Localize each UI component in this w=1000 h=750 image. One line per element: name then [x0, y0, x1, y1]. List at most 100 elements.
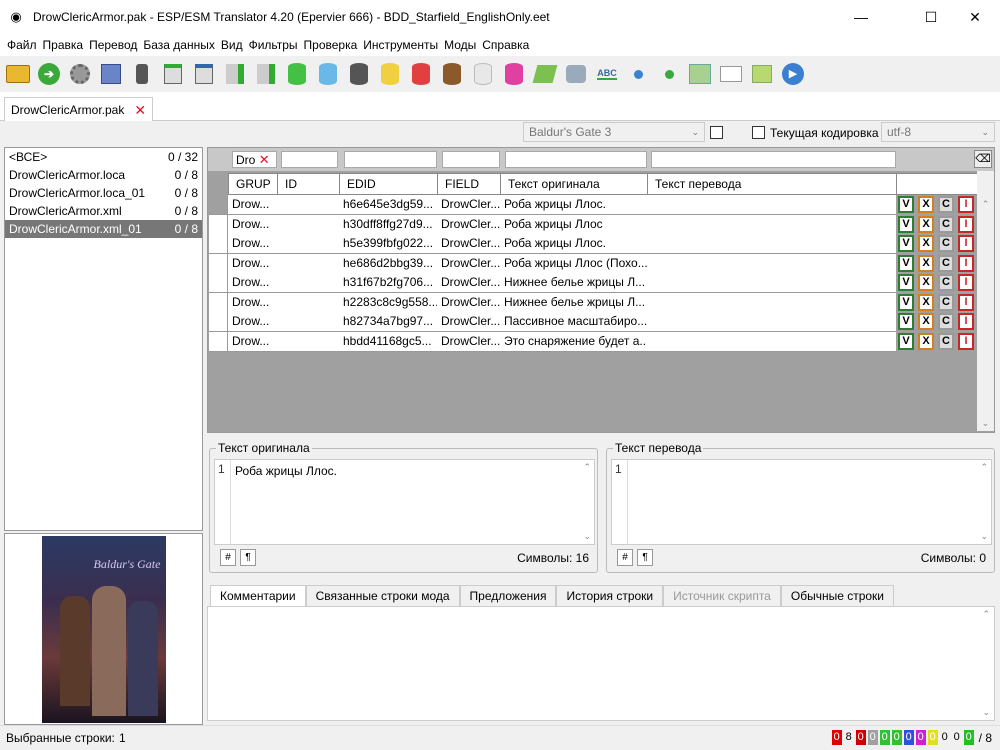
cell-edid[interactable]: h31f67b2fg706... [339, 273, 438, 293]
validate-button[interactable]: V [898, 274, 914, 291]
validate-button[interactable]: V [898, 332, 914, 350]
cell-trans[interactable] [647, 331, 897, 352]
import-icon[interactable] [254, 62, 278, 86]
cell-edid[interactable]: h30dff8ffg27d9... [339, 214, 438, 235]
map-icon[interactable] [688, 62, 712, 86]
ignore-button[interactable]: I [958, 235, 974, 252]
menu-edit[interactable]: Правка [40, 38, 87, 52]
validate-button[interactable]: V [898, 313, 914, 330]
cell-edid[interactable]: hbdd41168gc5... [339, 331, 438, 352]
original-text-area[interactable]: 1 Роба жрицы Ллос. ⌃ ⌄ [214, 459, 595, 545]
copy-button[interactable]: C [938, 293, 954, 311]
menu-filters[interactable]: Фильтры [246, 38, 301, 52]
cell-orig[interactable]: Нижнее белье жрицы Л... [500, 292, 648, 313]
database-pink-icon[interactable] [502, 62, 526, 86]
maximize-button[interactable]: ☐ [908, 0, 954, 34]
cell-orig[interactable]: Пассивное масштабиро... [500, 312, 648, 332]
trans-filter-input[interactable] [651, 151, 896, 168]
encoding-checkbox[interactable] [752, 126, 765, 139]
copy-button[interactable]: C [938, 313, 954, 330]
show-pilcrow-button[interactable]: ¶ [637, 549, 653, 566]
row-header[interactable] [209, 331, 228, 352]
database-yellow-icon[interactable] [378, 62, 402, 86]
ruler-icon[interactable] [99, 62, 123, 86]
clipboard-icon[interactable] [192, 62, 216, 86]
table-row[interactable]: Drow... he686d2bbg39... DrowCler... Роба жр… [208, 253, 978, 274]
row-header[interactable] [209, 292, 228, 313]
bottom-panel[interactable]: ⌃ ⌄ [207, 606, 995, 721]
cell-id[interactable] [277, 234, 340, 254]
scroll-icon[interactable] [532, 62, 558, 86]
clear-filter-icon[interactable]: ✕ [259, 152, 270, 167]
cell-field[interactable]: DrowCler... [437, 214, 501, 235]
menu-tools[interactable]: Инструменты [360, 38, 441, 52]
cell-orig[interactable]: Нижнее белье жрицы Л... [500, 273, 648, 293]
cell-trans[interactable] [647, 312, 897, 332]
green-dot-icon[interactable] [657, 62, 681, 86]
cell-edid[interactable]: h6e645e3dg59... [339, 195, 438, 215]
cell-field[interactable]: DrowCler... [437, 331, 501, 352]
book-icon[interactable] [719, 62, 743, 86]
database-dark-icon[interactable] [347, 62, 371, 86]
cell-id[interactable] [277, 195, 340, 215]
gear-icon[interactable] [68, 62, 92, 86]
cell-trans[interactable] [647, 234, 897, 254]
game-select[interactable]: Baldur's Gate 3 ⌄ [523, 122, 705, 144]
cell-orig[interactable]: Роба жрицы Ллос [500, 214, 648, 235]
table-row[interactable]: Drow... h31f67b2fg706... DrowCler... Нижнее… [208, 273, 978, 293]
play-icon[interactable]: ▶ [781, 62, 805, 86]
cell-field[interactable]: DrowCler... [437, 292, 501, 313]
cell-orig[interactable]: Это снаряжение будет а... [500, 331, 648, 352]
spellcheck-icon[interactable]: ABC [595, 62, 619, 86]
edid-filter-input[interactable] [344, 151, 437, 168]
database-white-icon[interactable] [471, 62, 495, 86]
row-header[interactable] [209, 312, 228, 332]
orig-filter-input[interactable] [505, 151, 647, 168]
reject-button[interactable]: X [918, 313, 934, 330]
copy-button[interactable]: C [938, 332, 954, 350]
scroll-down-icon[interactable]: ⌄ [980, 531, 988, 542]
column-header-original[interactable]: Текст оригинала [500, 173, 648, 195]
reject-button[interactable]: X [918, 332, 934, 350]
column-header-field[interactable]: FIELD [437, 173, 501, 195]
tab-regular-strings[interactable]: Обычные строки [780, 585, 894, 607]
menu-mods[interactable]: Моды [441, 38, 479, 52]
grup-filter-input[interactable]: Dro ✕ [232, 151, 277, 168]
table-row[interactable]: Drow... hbdd41168gc5... DrowCler... Это сна… [208, 331, 978, 352]
eraser-icon[interactable]: ⌫ [974, 150, 992, 168]
cell-trans[interactable] [647, 195, 897, 215]
menu-translate[interactable]: Перевод [86, 38, 140, 52]
ignore-button[interactable]: I [958, 274, 974, 291]
cell-id[interactable] [277, 312, 340, 332]
reject-button[interactable]: X [918, 293, 934, 311]
reject-button[interactable]: X [918, 235, 934, 252]
reject-button[interactable]: X [918, 274, 934, 291]
table-row[interactable]: Drow... h82734a7bg97... DrowCler... Пассивн… [208, 312, 978, 332]
ignore-button[interactable]: I [958, 313, 974, 330]
scroll-up-icon[interactable]: ⌃ [583, 462, 591, 473]
list-item[interactable]: DrowClericArmor.loca_01 0 / 8 [5, 184, 202, 202]
id-filter-input[interactable] [281, 151, 338, 168]
cell-orig[interactable]: Роба жрицы Ллос (Похо... [500, 253, 648, 274]
cell-field[interactable]: DrowCler... [437, 195, 501, 215]
table-row[interactable]: Drow... h30dff8ffg27d9... DrowCler... Роба … [208, 214, 978, 235]
close-button[interactable]: ✕ [952, 0, 998, 34]
list-item[interactable]: <ВСЕ> 0 / 32 [5, 148, 202, 166]
row-header[interactable] [209, 195, 228, 215]
menu-database[interactable]: База данных [140, 38, 217, 52]
row-header[interactable] [209, 214, 228, 235]
ignore-button[interactable]: I [958, 332, 974, 350]
reject-button[interactable]: X [918, 254, 934, 272]
column-header-id[interactable]: ID [277, 173, 340, 195]
cell-edid[interactable]: h5e399fbfg022... [339, 234, 438, 254]
cell-field[interactable]: DrowCler... [437, 312, 501, 332]
database-brown-icon[interactable] [440, 62, 464, 86]
ignore-button[interactable]: I [958, 254, 974, 272]
tab-suggestions[interactable]: Предложения [459, 585, 557, 607]
search-icon[interactable] [130, 62, 154, 86]
cell-id[interactable] [277, 331, 340, 352]
scroll-up-icon[interactable]: ⌃ [982, 609, 990, 620]
cell-orig[interactable]: Роба жрицы Ллос. [500, 234, 648, 254]
cell-id[interactable] [277, 253, 340, 274]
list-item[interactable]: DrowClericArmor.loca 0 / 8 [5, 166, 202, 184]
